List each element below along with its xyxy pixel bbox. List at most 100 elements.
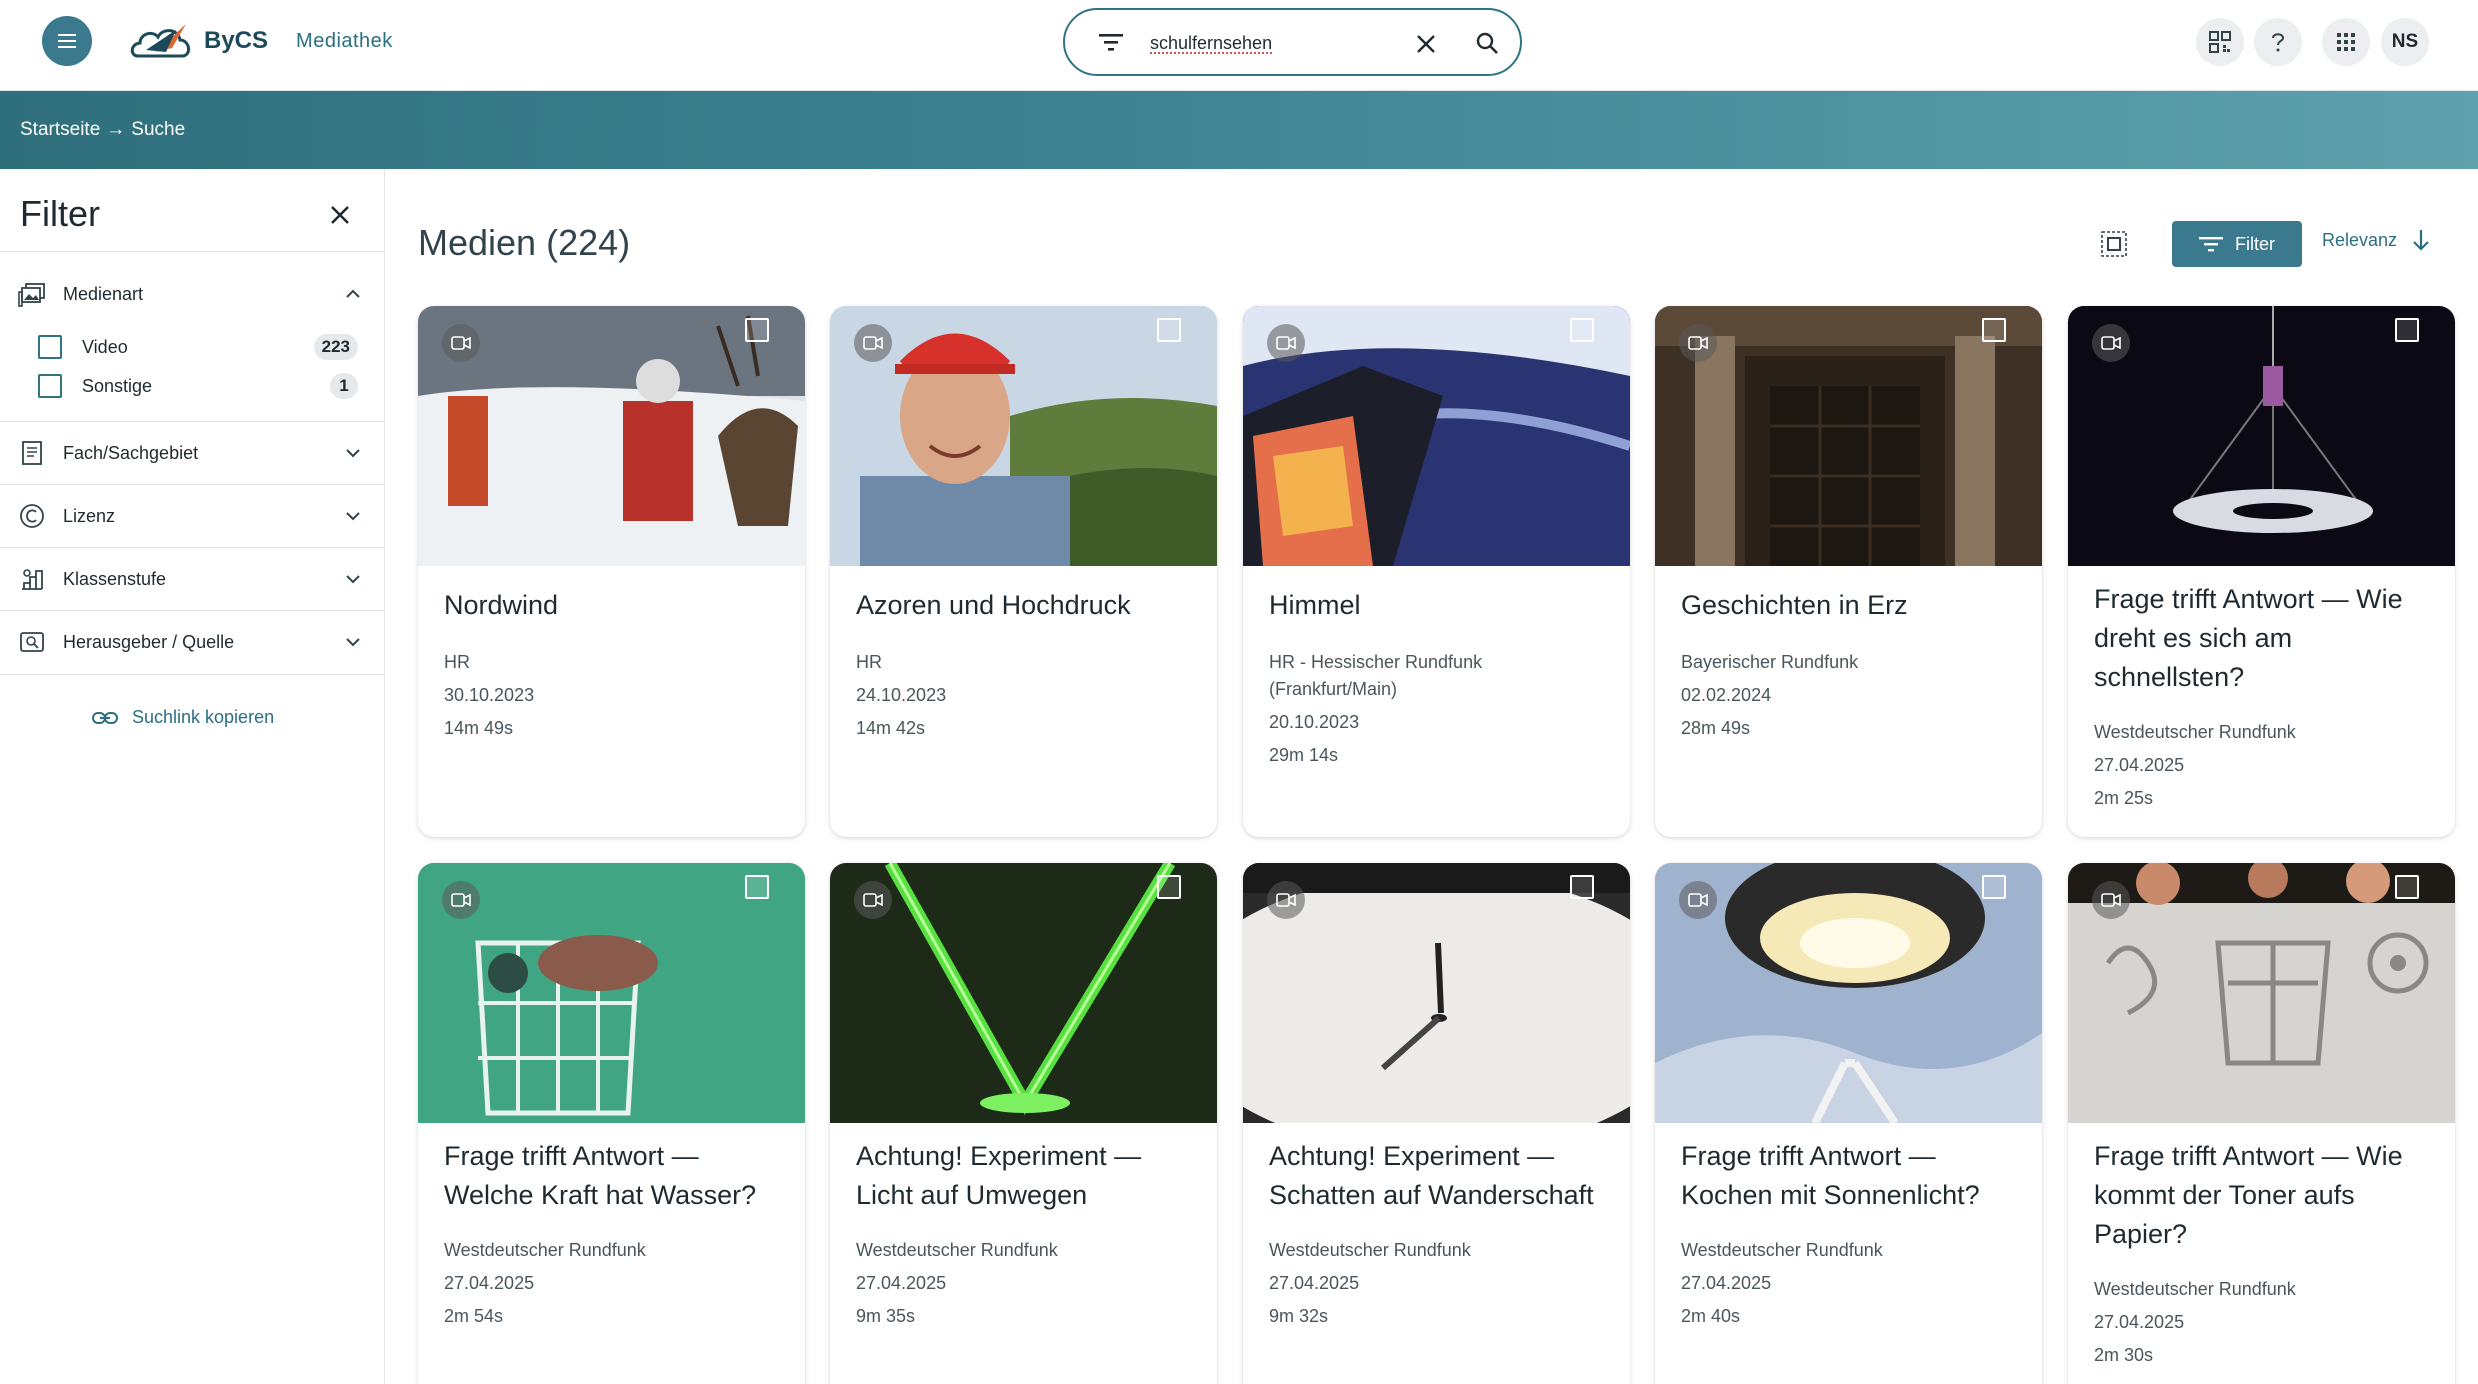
checkbox[interactable] [38,374,62,398]
copy-search-link-button[interactable]: Suchlink kopieren [92,707,274,728]
media-card[interactable]: Himmel HR - Hessischer Rundfunk (Frankfu… [1243,306,1630,837]
video-icon [2092,324,2130,362]
card-publisher: Westdeutscher Rundfunk [1269,1240,1471,1260]
media-card[interactable]: Nordwind HR 30.10.2023 14m 49s [418,306,805,837]
card-title: Geschichten in Erz [1681,590,1908,620]
card-duration: 9m 35s [856,1306,916,1326]
card-duration: 2m 40s [1681,1306,1741,1326]
media-card[interactable]: Achtung! Experiment — Schatten auf Wande… [1243,863,1630,1384]
media-thumbnail [1655,306,2042,566]
card-meta: Bayerischer Rundfunk 02.02.2024 28m 49s [1681,649,2022,742]
card-publisher: Bayerischer Rundfunk [1681,652,1859,672]
card-checkbox[interactable] [1982,875,2006,899]
breadcrumb: Startseite → Suche [0,91,2478,169]
media-thumbnail [1243,863,1630,1123]
section-label: Fach/Sachgebiet [63,442,199,463]
card-meta: HR - Hessischer Rundfunk (Frankfurt/Main… [1269,649,1610,769]
card-checkbox[interactable] [745,318,769,342]
media-card[interactable]: Geschichten in Erz Bayerischer Rundfunk … [1655,306,2042,837]
card-checkbox[interactable] [1157,875,1181,899]
close-filter-button[interactable] [322,197,358,233]
media-thumbnail [1655,863,2042,1123]
card-body: Nordwind HR 30.10.2023 14m 49s [444,586,785,748]
filter-icon [2199,237,2223,252]
card-title: Achtung! Experiment — Schatten auf Wande… [1269,1141,1594,1210]
card-checkbox[interactable] [1570,318,1594,342]
card-title: Nordwind [444,590,559,620]
card-meta: Westdeutscher Rundfunk 27.04.2025 2m 30s [2094,1276,2435,1369]
filter-section-klassenstufe[interactable]: Klassenstufe [0,548,385,610]
copy-link-label: Suchlink kopieren [132,707,275,727]
card-checkbox[interactable] [1982,318,2006,342]
card-title: Frage trifft Antwort — Welche Kraft hat … [444,1141,757,1210]
media-card[interactable]: Azoren und Hochdruck HR 24.10.2023 14m 4… [830,306,1217,837]
video-icon [2092,881,2130,919]
card-body: Frage trifft Antwort — Wie kommt der Ton… [2094,1137,2435,1375]
filter-option-sonstige[interactable]: Sonstige 1 [38,369,358,403]
media-thumbnail [830,306,1217,566]
search-icon [1476,32,1498,54]
sort-label: Relevanz [2322,229,2398,250]
card-body: Achtung! Experiment — Schatten auf Wande… [1269,1137,1610,1336]
card-duration: 29m 14s [1269,745,1339,765]
card-duration: 2m 25s [2094,788,2154,808]
close-icon [1417,35,1435,53]
media-card[interactable]: Frage trifft Antwort — Wie dreht es sich… [2068,306,2455,837]
publisher-icon [20,632,44,652]
help-button[interactable] [2254,18,2302,66]
filter-section-fach[interactable]: Fach/Sachgebiet [0,422,385,484]
card-checkbox[interactable] [1570,875,1594,899]
breadcrumb-home[interactable]: Startseite [20,119,100,141]
card-publisher: Westdeutscher Rundfunk [2094,722,2296,742]
filter-section-herausgeber[interactable]: Herausgeber / Quelle [0,611,385,673]
media-card[interactable]: Frage trifft Antwort — Welche Kraft hat … [418,863,805,1384]
search-input[interactable] [1150,28,1390,58]
filter-button[interactable]: Filter [2172,221,2302,267]
media-card[interactable]: Frage trifft Antwort — Kochen mit Sonnen… [1655,863,2042,1384]
menu-icon [58,34,76,48]
count-badge: 223 [313,334,358,360]
card-meta: Westdeutscher Rundfunk 27.04.2025 9m 35s [856,1237,1197,1330]
bycs-logo[interactable]: ByCS Mediathek [128,18,393,64]
bycs-cloud-logo-icon [130,24,190,58]
filter-icon[interactable] [1097,30,1125,54]
media-thumbnail [2068,306,2455,566]
card-meta: Westdeutscher Rundfunk 27.04.2025 2m 54s [444,1237,785,1330]
card-publisher: HR [856,652,882,672]
card-checkbox[interactable] [2395,318,2419,342]
card-duration: 14m 42s [856,718,926,738]
card-checkbox[interactable] [1157,318,1181,342]
app-name: Mediathek [296,29,393,52]
card-meta: HR 30.10.2023 14m 49s [444,649,785,742]
card-title: Frage trifft Antwort — Kochen mit Sonnen… [1681,1141,1980,1210]
card-publisher: Westdeutscher Rundfunk [2094,1279,2296,1299]
card-duration: 14m 49s [444,718,514,738]
card-body: Azoren und Hochdruck HR 24.10.2023 14m 4… [856,586,1197,748]
search-submit-button[interactable] [1470,26,1504,60]
card-duration: 28m 49s [1681,718,1751,738]
card-title: Himmel [1269,590,1361,620]
video-icon [1267,881,1305,919]
media-card[interactable]: Achtung! Experiment — Licht auf Umwegen … [830,863,1217,1384]
grade-icon [22,569,43,590]
card-checkbox[interactable] [2395,875,2419,899]
card-date: 27.04.2025 [1681,1273,1772,1293]
filter-section-lizenz[interactable]: Lizenz [0,485,385,547]
menu-button[interactable] [42,16,92,66]
arrow-down-icon [2413,230,2429,251]
apps-button[interactable] [2322,18,2370,66]
qr-code-button[interactable] [2196,18,2244,66]
sort-button[interactable]: Relevanz [2322,228,2431,252]
clear-search-button[interactable] [1410,28,1442,60]
media-card[interactable]: Frage trifft Antwort — Wie kommt der Ton… [2068,863,2455,1384]
checkbox[interactable] [38,335,62,359]
user-avatar[interactable]: NS [2381,18,2429,66]
select-all-button[interactable] [2098,228,2130,260]
filter-option-video[interactable]: Video 223 [38,330,358,364]
card-checkbox[interactable] [745,875,769,899]
media-thumbnail [418,306,805,566]
filter-section-medienart[interactable]: Medienart [0,263,385,325]
video-icon [854,324,892,362]
page-title: Medien (224) [418,222,631,263]
card-body: Frage trifft Antwort — Kochen mit Sonnen… [1681,1137,2022,1336]
